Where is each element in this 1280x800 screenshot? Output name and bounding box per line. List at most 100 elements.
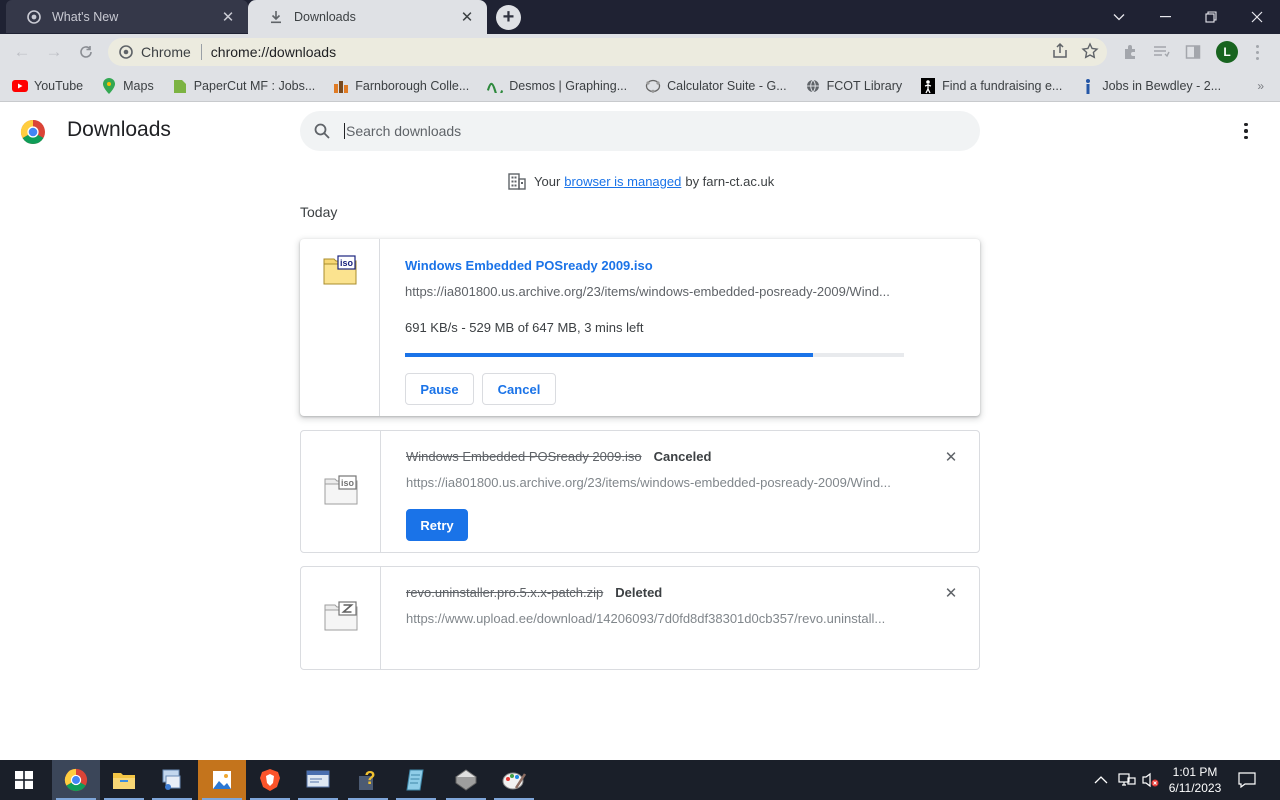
bookmark-papercut[interactable]: PaperCut MF : Jobs...: [172, 78, 316, 94]
zip-file-icon: [324, 601, 358, 631]
bookmark-calculator-suite[interactable]: Calculator Suite - G...: [645, 78, 787, 94]
bookmark-jobs-bewdley[interactable]: Jobs in Bewdley - 2...: [1080, 78, 1221, 94]
taskbar-help[interactable]: ?: [344, 760, 392, 800]
help-icon: ?: [359, 768, 376, 790]
windows-taskbar: ? 1:01 PM 6/11/2023: [0, 760, 1280, 800]
bookmark-label: PaperCut MF : Jobs...: [193, 78, 316, 93]
file-url[interactable]: https://www.upload.ee/download/14206093/…: [406, 611, 900, 626]
bookmark-fundraising[interactable]: Find a fundraising e...: [920, 77, 1062, 94]
file-url[interactable]: https://ia801800.us.archive.org/23/items…: [405, 284, 899, 299]
search-input[interactable]: [344, 123, 944, 139]
file-name: revo.uninstaller.pro.5.x.x-patch.zip: [406, 585, 604, 600]
extensions-puzzle-icon[interactable]: [1118, 38, 1142, 66]
search-icon: [314, 123, 330, 139]
more-bookmarks-icon[interactable]: »: [1257, 79, 1264, 93]
forward-button[interactable]: →: [40, 38, 68, 66]
download-item-canceled: iso Windows Embedded POSready 2009.iso C…: [300, 430, 980, 553]
profile-avatar[interactable]: L: [1214, 38, 1240, 66]
volume-muted-tray-icon[interactable]: [1141, 760, 1161, 800]
download-progress-fill: [405, 353, 813, 357]
file-url[interactable]: https://ia801800.us.archive.org/23/items…: [406, 475, 900, 490]
tab-search-icon[interactable]: [1096, 0, 1142, 34]
download-progress-text: 691 KB/s - 529 MB of 647 MB, 3 mins left: [405, 320, 644, 335]
share-icon[interactable]: [1051, 42, 1069, 63]
bookmark-farnborough[interactable]: Farnborough Colle...: [333, 78, 469, 94]
site-chip[interactable]: Chrome: [108, 44, 211, 60]
file-icon-column: iso: [300, 239, 380, 416]
minimize-button[interactable]: [1142, 0, 1188, 34]
bookmark-label: Desmos | Graphing...: [509, 78, 628, 93]
address-url: chrome://downloads: [210, 44, 337, 60]
youtube-icon: [12, 78, 28, 94]
tab-whats-new[interactable]: What's New ✕: [6, 0, 248, 33]
show-hidden-icons-button[interactable]: [1094, 760, 1108, 800]
taskbar-network-manager[interactable]: [148, 760, 196, 800]
close-tab-icon[interactable]: ✕: [220, 9, 236, 26]
cancel-button[interactable]: Cancel: [482, 373, 556, 405]
chrome-menu-button[interactable]: [1247, 38, 1267, 66]
network-manager-icon: [162, 769, 181, 790]
avatar-letter: L: [1216, 41, 1238, 63]
tab-downloads[interactable]: Downloads ✕: [248, 0, 487, 34]
building-icon: [508, 173, 526, 190]
tab-strip: What's New ✕ Downloads ✕ +: [0, 0, 1280, 34]
retry-button[interactable]: Retry: [406, 509, 468, 541]
address-bar[interactable]: Chrome chrome://downloads: [108, 38, 1107, 66]
remove-item-close-icon[interactable]: ✕: [943, 449, 959, 466]
taskbar-file-explorer[interactable]: [100, 760, 148, 800]
download-item-in-progress: iso Windows Embedded POSready 2009.iso h…: [300, 239, 980, 416]
close-window-button[interactable]: [1234, 0, 1280, 34]
taskbar-notepad[interactable]: [392, 760, 440, 800]
system-clock[interactable]: 1:01 PM 6/11/2023: [1160, 764, 1230, 796]
bookmark-youtube[interactable]: YouTube: [12, 78, 83, 94]
file-icon-column: iso: [301, 431, 381, 552]
desmos-icon: [487, 78, 504, 94]
pause-button[interactable]: Pause: [405, 373, 474, 405]
taskbar-brave[interactable]: [246, 760, 294, 800]
taskbar-chrome[interactable]: [52, 760, 100, 800]
tool-icon: [455, 769, 477, 791]
date-section-label: Today: [300, 204, 338, 220]
managed-notice: Your browser is managed by farn-ct.ac.uk: [508, 172, 774, 190]
more-actions-menu-button[interactable]: [1236, 121, 1256, 141]
notepad-icon: [406, 769, 424, 791]
indeed-icon: [1080, 78, 1096, 94]
svg-text:iso: iso: [341, 478, 355, 488]
browser-managed-link[interactable]: browser is managed: [564, 174, 681, 189]
download-item-deleted: revo.uninstaller.pro.5.x.x-patch.zip Del…: [300, 566, 980, 670]
photos-icon: [213, 771, 231, 789]
browser-toolbar: ← → Chrome chrome://downloads L: [0, 34, 1280, 70]
reload-button[interactable]: [72, 38, 100, 66]
iso-file-icon: iso: [324, 475, 358, 505]
bookmark-desmos[interactable]: Desmos | Graphing...: [487, 78, 627, 94]
bookmark-label: YouTube: [34, 78, 84, 93]
start-button[interactable]: [0, 760, 48, 800]
taskbar-tool[interactable]: [442, 760, 490, 800]
back-button[interactable]: ←: [8, 38, 36, 66]
search-downloads-bar[interactable]: [300, 111, 980, 151]
geogebra-icon: [645, 78, 661, 94]
reading-list-icon[interactable]: [1149, 38, 1173, 66]
bookmark-label: Calculator Suite - G...: [667, 78, 787, 93]
start-icon: [15, 771, 33, 789]
taskbar-control-panel[interactable]: [294, 760, 342, 800]
file-name-link[interactable]: Windows Embedded POSready 2009.iso: [405, 258, 653, 273]
bookmarks-bar: YouTube Maps PaperCut MF : Jobs... Farnb…: [0, 70, 1280, 102]
download-status: Canceled: [653, 449, 712, 464]
bookmark-star-icon[interactable]: [1081, 42, 1099, 63]
bookmark-maps[interactable]: Maps: [101, 77, 154, 94]
remove-item-close-icon[interactable]: ✕: [943, 585, 959, 602]
taskbar-paint[interactable]: [490, 760, 538, 800]
file-explorer-icon: [113, 773, 135, 789]
fundraising-icon: [920, 77, 936, 94]
download-status: Deleted: [615, 585, 663, 600]
side-panel-icon[interactable]: [1181, 38, 1205, 66]
new-tab-button[interactable]: +: [496, 5, 521, 30]
notification-center-icon[interactable]: [1238, 760, 1256, 800]
network-tray-icon[interactable]: [1118, 760, 1136, 800]
restore-button[interactable]: [1188, 0, 1234, 34]
taskbar-photos[interactable]: [198, 760, 246, 800]
close-tab-icon[interactable]: ✕: [459, 9, 475, 26]
address-separator: [200, 44, 202, 60]
bookmark-fcot-library[interactable]: FCOT Library: [805, 78, 902, 94]
